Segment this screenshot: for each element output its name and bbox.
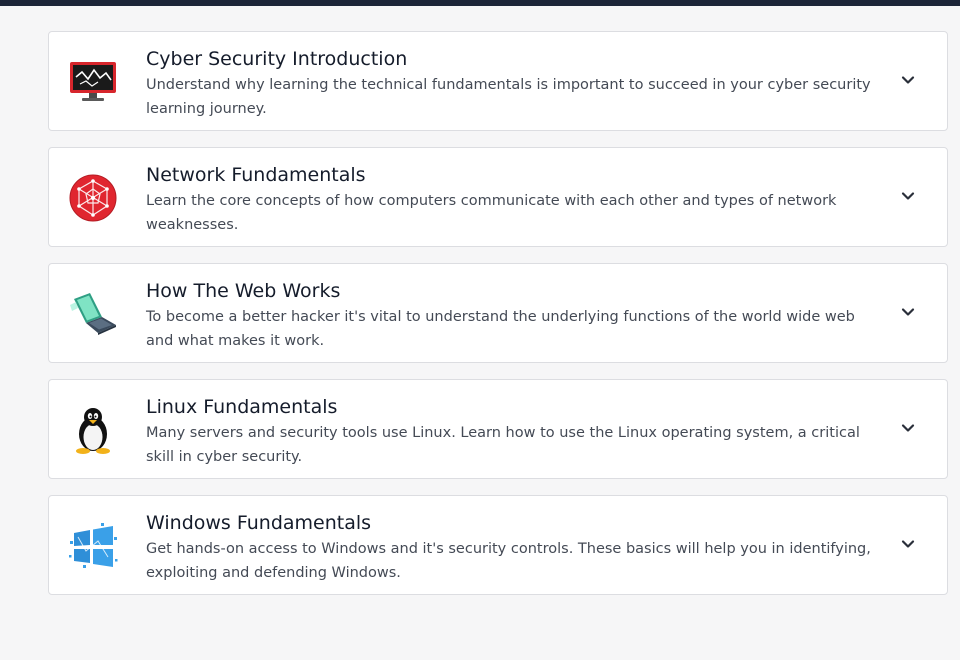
module-card-windows-fundamentals[interactable]: Windows Fundamentals Get hands-on access… (48, 495, 948, 595)
chevron-down-icon[interactable] (900, 188, 916, 204)
laptop-icon (68, 289, 118, 339)
module-title: Network Fundamentals (146, 164, 366, 186)
module-card-linux-fundamentals[interactable]: Linux Fundamentals Many servers and secu… (48, 379, 948, 479)
network-globe-icon (68, 173, 118, 223)
top-navigation-bar (0, 0, 960, 6)
module-card-how-the-web-works[interactable]: How The Web Works To become a better hac… (48, 263, 948, 363)
module-description: Get hands-on access to Windows and it's … (146, 541, 871, 581)
linux-penguin-icon (68, 405, 118, 455)
module-title: How The Web Works (146, 280, 341, 302)
chevron-down-icon[interactable] (900, 536, 916, 552)
module-title: Cyber Security Introduction (146, 48, 408, 70)
module-description: Understand why learning the technical fu… (146, 77, 871, 117)
chevron-down-icon[interactable] (900, 304, 916, 320)
module-description: Many servers and security tools use Linu… (146, 425, 860, 465)
module-title: Linux Fundamentals (146, 396, 338, 418)
windows-logo-icon (68, 521, 118, 571)
hacked-monitor-icon (68, 57, 118, 107)
module-list: Cyber Security Introduction Understand w… (48, 31, 948, 611)
module-card-network-fundamentals[interactable]: Network Fundamentals Learn the core conc… (48, 147, 948, 247)
chevron-down-icon[interactable] (900, 420, 916, 436)
module-title: Windows Fundamentals (146, 512, 372, 534)
module-description: Learn the core concepts of how computers… (146, 193, 837, 233)
module-card-cyber-security-introduction[interactable]: Cyber Security Introduction Understand w… (48, 31, 948, 131)
chevron-down-icon[interactable] (900, 72, 916, 88)
module-description: To become a better hacker it's vital to … (146, 309, 855, 349)
